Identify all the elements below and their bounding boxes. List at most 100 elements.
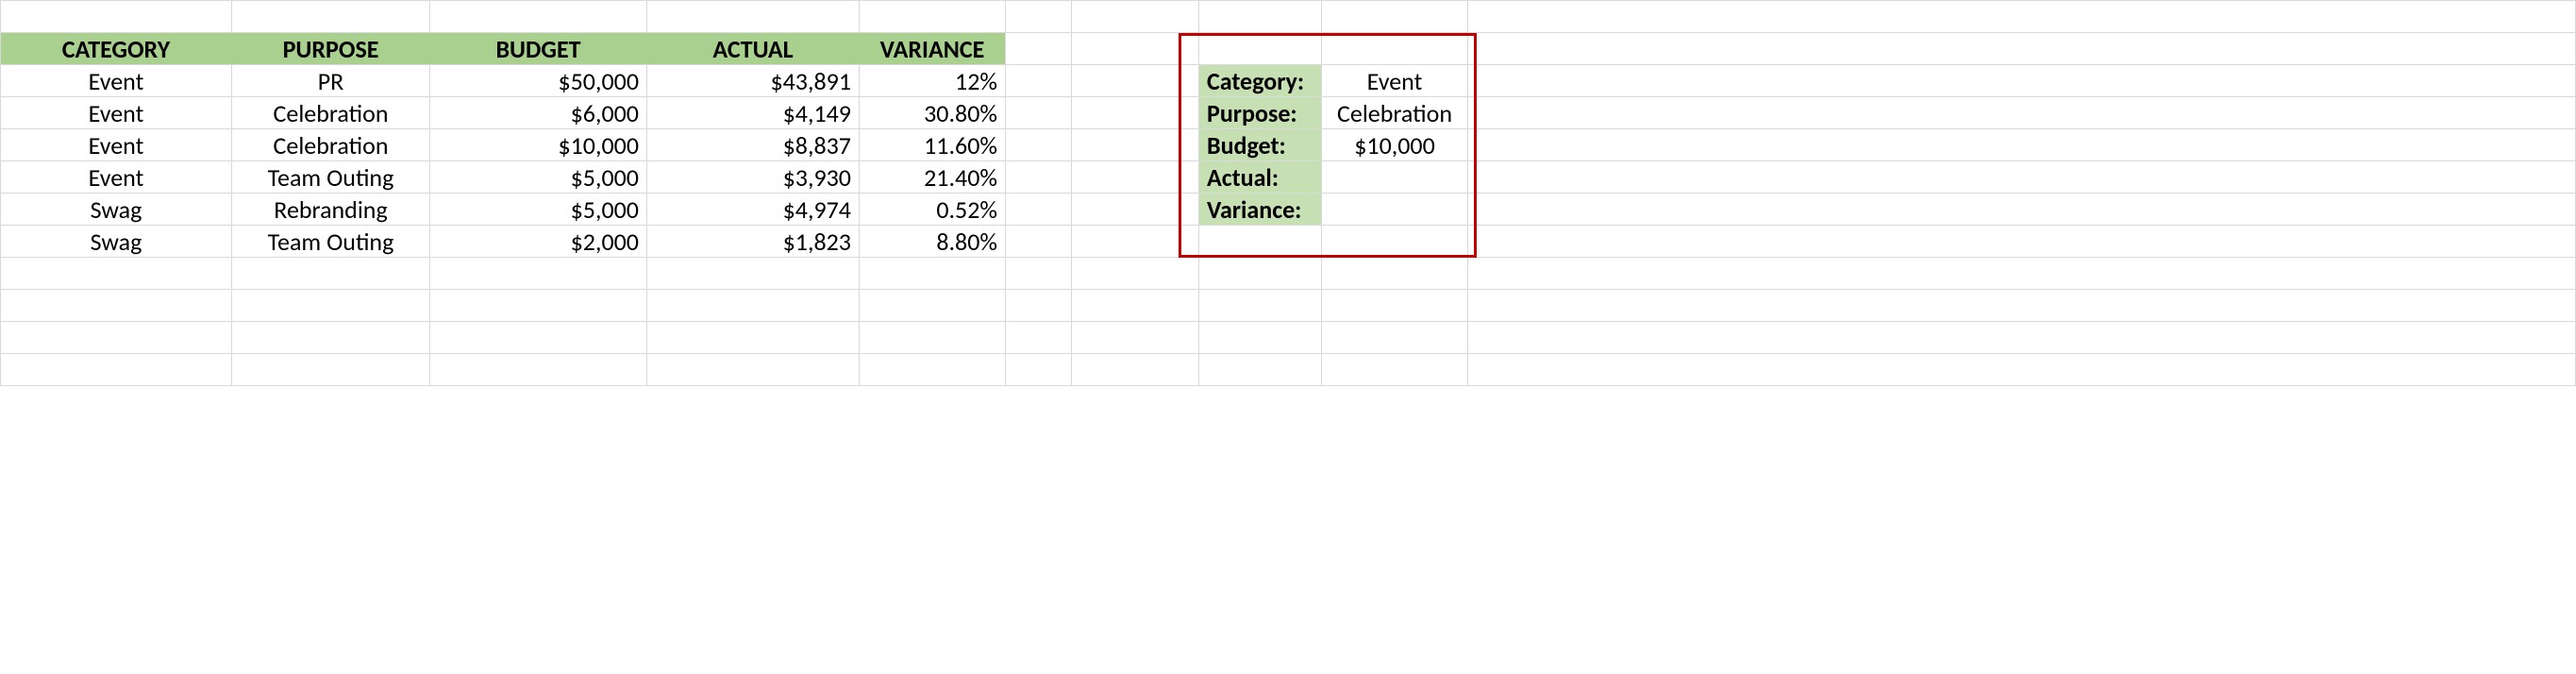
lookup-label-category[interactable]: Category: <box>1199 65 1322 97</box>
grid-row[interactable] <box>1 258 2576 290</box>
cell[interactable] <box>1199 290 1322 322</box>
cell[interactable] <box>232 1 430 33</box>
cell[interactable] <box>647 1 860 33</box>
cell[interactable] <box>1468 65 2576 97</box>
spreadsheet-grid[interactable]: CATEGORY PURPOSE BUDGET ACTUAL VARIANCE … <box>0 0 2576 386</box>
cell[interactable] <box>1006 161 1072 194</box>
cell[interactable] <box>1322 226 1468 258</box>
cell[interactable] <box>1199 258 1322 290</box>
cell[interactable] <box>647 354 860 386</box>
cell[interactable] <box>1468 226 2576 258</box>
cell[interactable] <box>1199 226 1322 258</box>
cell-actual[interactable]: $3,930 <box>647 161 860 194</box>
cell[interactable] <box>647 290 860 322</box>
cell[interactable] <box>1072 194 1199 226</box>
cell[interactable] <box>647 322 860 354</box>
cell[interactable] <box>860 322 1006 354</box>
lookup-value-purpose[interactable]: Celebration <box>1322 97 1468 129</box>
cell[interactable] <box>1468 161 2576 194</box>
cell[interactable] <box>1072 258 1199 290</box>
grid-row[interactable] <box>1 1 2576 33</box>
cell[interactable] <box>1072 354 1199 386</box>
cell-variance[interactable]: 11.60% <box>860 129 1006 161</box>
cell[interactable] <box>1322 258 1468 290</box>
lookup-label-variance[interactable]: Variance: <box>1199 194 1322 226</box>
header-variance[interactable]: VARIANCE <box>860 33 1006 65</box>
cell[interactable] <box>1 258 232 290</box>
lookup-value-category[interactable]: Event <box>1322 65 1468 97</box>
cell[interactable] <box>430 1 647 33</box>
header-budget[interactable]: BUDGET <box>430 33 647 65</box>
data-row[interactable]: Swag Team Outing $2,000 $1,823 8.80% <box>1 226 2576 258</box>
cell[interactable] <box>430 258 647 290</box>
cell-purpose[interactable]: PR <box>232 65 430 97</box>
lookup-label-budget[interactable]: Budget: <box>1199 129 1322 161</box>
cell[interactable] <box>860 354 1006 386</box>
cell-budget[interactable]: $5,000 <box>430 194 647 226</box>
cell[interactable] <box>232 258 430 290</box>
data-row[interactable]: Event Celebration $6,000 $4,149 30.80% P… <box>1 97 2576 129</box>
cell[interactable] <box>1006 97 1072 129</box>
cell-category[interactable]: Event <box>1 129 232 161</box>
cell[interactable] <box>1072 1 1199 33</box>
cell[interactable] <box>1322 354 1468 386</box>
cell[interactable] <box>1006 65 1072 97</box>
cell-category[interactable]: Swag <box>1 194 232 226</box>
header-purpose[interactable]: PURPOSE <box>232 33 430 65</box>
cell-purpose[interactable]: Team Outing <box>232 161 430 194</box>
cell-budget[interactable]: $50,000 <box>430 65 647 97</box>
cell[interactable] <box>1072 161 1199 194</box>
cell-category[interactable]: Event <box>1 65 232 97</box>
grid-row[interactable] <box>1 290 2576 322</box>
cell-actual[interactable]: $8,837 <box>647 129 860 161</box>
cell-variance[interactable]: 30.80% <box>860 97 1006 129</box>
cell-actual[interactable]: $4,974 <box>647 194 860 226</box>
cell[interactable] <box>1199 1 1322 33</box>
header-category[interactable]: CATEGORY <box>1 33 232 65</box>
cell[interactable] <box>1322 33 1468 65</box>
cell[interactable] <box>232 354 430 386</box>
cell[interactable] <box>232 322 430 354</box>
lookup-label-purpose[interactable]: Purpose: <box>1199 97 1322 129</box>
cell[interactable] <box>1468 354 2576 386</box>
cell-category[interactable]: Swag <box>1 226 232 258</box>
cell[interactable] <box>1072 322 1199 354</box>
cell[interactable] <box>1072 97 1199 129</box>
cell[interactable] <box>860 258 1006 290</box>
cell-variance[interactable]: 12% <box>860 65 1006 97</box>
cell[interactable] <box>1199 33 1322 65</box>
cell[interactable] <box>1006 258 1072 290</box>
cell[interactable] <box>860 290 1006 322</box>
cell[interactable] <box>1072 290 1199 322</box>
cell-purpose[interactable]: Celebration <box>232 129 430 161</box>
grid-row[interactable] <box>1 322 2576 354</box>
cell[interactable] <box>1199 354 1322 386</box>
cell[interactable] <box>1072 129 1199 161</box>
cell[interactable] <box>1072 226 1199 258</box>
cell-budget[interactable]: $6,000 <box>430 97 647 129</box>
cell[interactable] <box>1468 194 2576 226</box>
header-row[interactable]: CATEGORY PURPOSE BUDGET ACTUAL VARIANCE <box>1 33 2576 65</box>
cell[interactable] <box>1322 322 1468 354</box>
cell-purpose[interactable]: Rebranding <box>232 194 430 226</box>
cell[interactable] <box>1006 226 1072 258</box>
cell-actual[interactable]: $4,149 <box>647 97 860 129</box>
data-row[interactable]: Event PR $50,000 $43,891 12% Category: E… <box>1 65 2576 97</box>
cell-variance[interactable]: 0.52% <box>860 194 1006 226</box>
lookup-value-actual[interactable] <box>1322 161 1468 194</box>
cell[interactable] <box>1006 194 1072 226</box>
cell[interactable] <box>1468 258 2576 290</box>
cell[interactable] <box>430 290 647 322</box>
cell[interactable] <box>232 290 430 322</box>
cell[interactable] <box>1006 1 1072 33</box>
cell[interactable] <box>1072 65 1199 97</box>
cell-category[interactable]: Event <box>1 161 232 194</box>
cell-budget[interactable]: $2,000 <box>430 226 647 258</box>
header-actual[interactable]: ACTUAL <box>647 33 860 65</box>
cell-budget[interactable]: $10,000 <box>430 129 647 161</box>
lookup-label-actual[interactable]: Actual: <box>1199 161 1322 194</box>
cell[interactable] <box>430 322 647 354</box>
cell-actual[interactable]: $1,823 <box>647 226 860 258</box>
cell[interactable] <box>1468 322 2576 354</box>
lookup-value-variance[interactable] <box>1322 194 1468 226</box>
